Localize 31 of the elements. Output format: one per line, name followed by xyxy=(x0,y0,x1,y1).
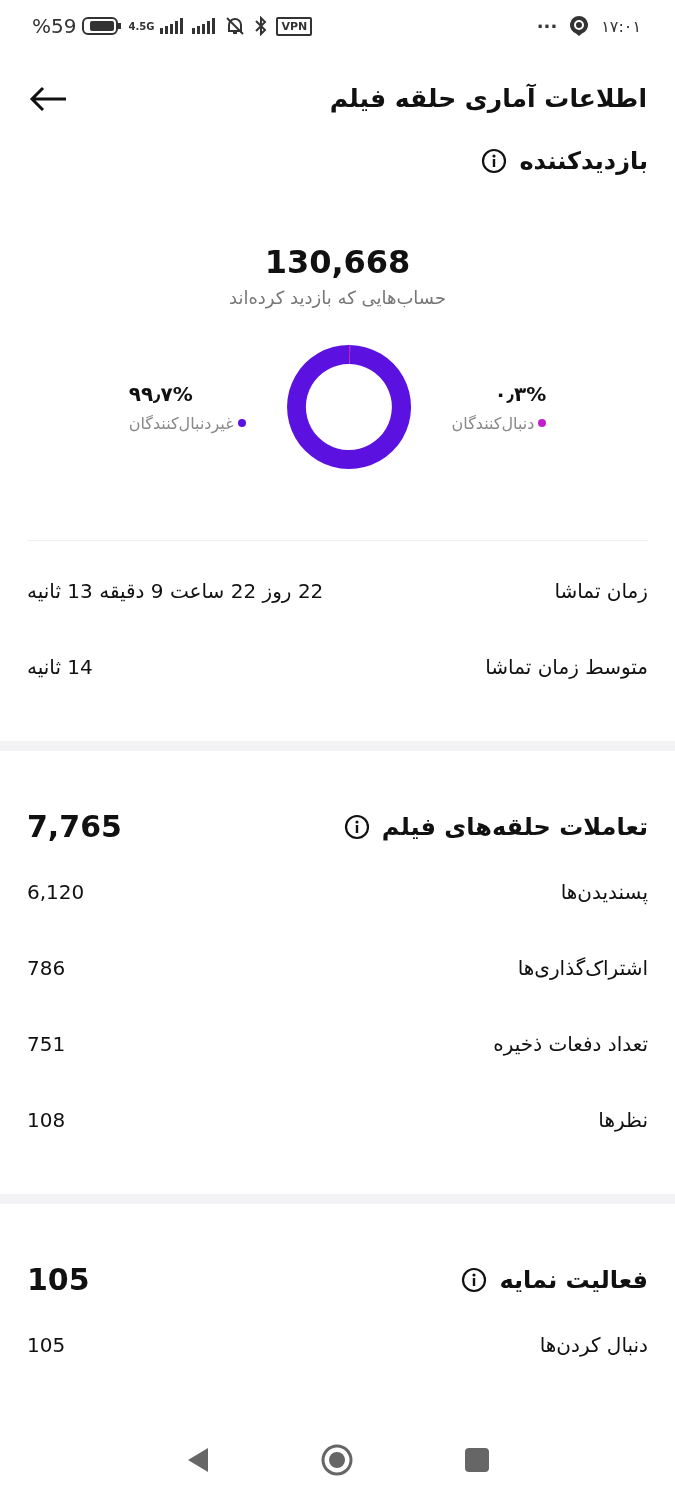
stat-value: 105 xyxy=(27,1333,66,1357)
section-title: فعالیت نمایه xyxy=(499,1265,648,1294)
section-title: بازدیدکننده xyxy=(519,147,648,175)
stat-label: پسندیدن‌ها xyxy=(560,880,648,904)
stat-label: تعداد دفعات ذخیره xyxy=(493,1032,648,1056)
page-title: اطلاعات آماری حلقه فیلم xyxy=(329,84,647,113)
section-total: 7,765 xyxy=(27,809,122,844)
stat-label: اشتراک‌گذاری‌ها xyxy=(517,956,648,980)
stat-label: متوسط زمان تماشا xyxy=(485,655,648,679)
section-total: 105 xyxy=(27,1262,90,1297)
stat-value: 6,120 xyxy=(27,880,85,904)
stat-label: دنبال کردن‌ها xyxy=(539,1333,648,1357)
stat-value: 14 ثانیه xyxy=(27,655,93,679)
legend-percent: ۹۹٫۷% xyxy=(128,381,193,406)
viewer-total: 130,668 xyxy=(263,243,412,281)
legend-percent: ۰٫۳% xyxy=(494,381,547,406)
legend-label: دنبال‌کنندگان xyxy=(451,413,535,433)
vpn-badge: VPN xyxy=(276,16,313,36)
stat-value: 751 xyxy=(27,1032,66,1056)
stat-value: 108 xyxy=(27,1108,66,1132)
more-dots: ··· xyxy=(536,15,558,37)
clock: ۱۷:۰۱ xyxy=(601,16,641,36)
viewer-caption: حساب‌هایی که بازدید کرده‌اند xyxy=(227,287,448,308)
network-type: 4.5G xyxy=(128,20,155,32)
stat-label: نظرها xyxy=(598,1108,648,1132)
stat-label: زمان تماشا xyxy=(554,579,648,603)
legend-label: غیردنبال‌کنندگان xyxy=(128,413,234,433)
battery-percent: %59 xyxy=(32,14,77,38)
stat-value: 22 روز 22 ساعت 9 دقیقه 13 ثانیه xyxy=(27,579,324,603)
stat-value: 786 xyxy=(27,956,66,980)
section-title: تعاملات حلقه‌های فیلم xyxy=(381,812,648,841)
